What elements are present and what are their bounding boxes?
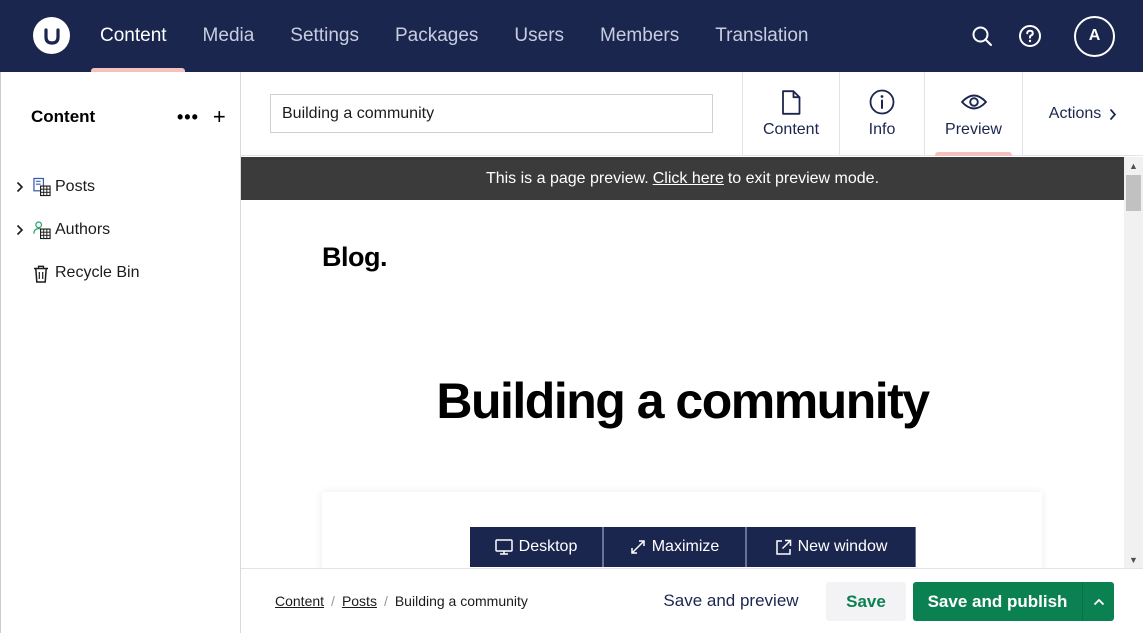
editor-header: Content Info Preview Actions [241,72,1143,156]
nav-users[interactable]: Users [496,0,582,72]
nav-members[interactable]: Members [582,0,697,72]
post-title: Building a community [436,373,930,429]
nav-translation[interactable]: Translation [697,0,826,72]
external-link-icon [775,539,792,556]
nav-settings[interactable]: Settings [272,0,377,72]
tab-label: Preview [945,121,1002,138]
help-icon[interactable] [1018,24,1042,48]
umbraco-logo-icon [43,27,60,45]
exit-preview-link[interactable]: Click here [653,170,724,188]
chevron-right-icon[interactable] [13,224,27,236]
scroll-up-arrow-icon[interactable]: ▲ [1124,157,1143,174]
editor-footer: Content / Posts / Building a community S… [241,568,1143,633]
nav-content[interactable]: Content [82,0,185,72]
header-tools: A [970,0,1115,72]
tab-label: Content [762,121,820,138]
section-nav: Content Media Settings Packages Users Me… [82,0,827,72]
device-label: New window [797,538,888,555]
breadcrumb-current: Building a community [394,593,528,609]
banner-text: This is a page preview. [485,169,649,187]
monitor-icon [494,539,513,555]
maximize-button[interactable]: Maximize [604,527,747,567]
expand-icon [630,539,646,555]
breadcrumb-posts[interactable]: Posts [342,593,377,609]
breadcrumb: Content / Posts / Building a community [275,593,528,609]
save-and-preview-button[interactable]: Save and preview [656,581,806,621]
info-icon [869,89,895,115]
publish-options-button[interactable] [1082,582,1114,621]
tree-item-label: Posts [55,178,96,195]
content-tree-sidebar: Content ••• + Posts Authors Recycle Bin [0,72,241,633]
tab-label: Info [868,121,896,138]
device-label: Maximize [651,538,720,555]
tree-item-label: Authors [55,221,111,238]
tree-item-label: Recycle Bin [55,264,140,281]
scroll-thumb[interactable] [1126,175,1141,211]
eye-icon [960,89,988,115]
actions-menu[interactable]: Actions [1022,72,1143,156]
tree-item-recycle-bin[interactable]: Recycle Bin [13,258,139,288]
tab-content[interactable]: Content [742,72,839,156]
tab-preview[interactable]: Preview [924,72,1022,156]
top-navigation-bar: Content Media Settings Packages Users Me… [0,0,1143,72]
actions-label: Actions [1048,105,1102,122]
tab-info[interactable]: Info [839,72,924,156]
new-window-button[interactable]: New window [747,527,916,567]
document-name-input[interactable] [270,94,713,133]
device-label: Desktop [518,538,578,555]
sidebar-actions: ••• + [177,106,226,128]
device-toolbar: Desktop Maximize New window [470,527,916,567]
document-grid-icon [33,177,51,197]
breadcrumb-separator: / [331,593,335,609]
tree-item-authors[interactable]: Authors [13,215,110,245]
add-icon[interactable]: + [213,106,226,128]
desktop-button[interactable]: Desktop [470,527,604,567]
preview-scrollbar[interactable]: ▲ ▼ [1124,157,1143,568]
umbraco-logo[interactable] [33,17,70,54]
nav-packages[interactable]: Packages [377,0,496,72]
chevron-up-icon [1093,598,1104,605]
breadcrumb-separator: / [383,593,388,609]
trash-icon [33,263,51,283]
preview-iframe: Blog. Building a community Desktop Maxim… [241,200,1124,568]
site-title[interactable]: Blog. [322,242,388,273]
user-grid-icon [33,220,51,240]
document-icon [781,89,801,115]
chevron-right-icon[interactable] [13,181,27,193]
save-and-publish-button[interactable]: Save and publish [913,582,1082,621]
tree-item-posts[interactable]: Posts [13,172,95,202]
banner-text-suffix: to exit preview mode. [727,169,880,187]
preview-mode-banner: This is a page preview. Click here to ex… [241,157,1124,200]
sidebar-title: Content [31,107,96,126]
save-button[interactable]: Save [826,582,906,621]
scroll-down-arrow-icon[interactable]: ▼ [1124,551,1143,568]
user-avatar[interactable]: A [1074,15,1115,57]
search-icon[interactable] [970,24,994,48]
nav-media[interactable]: Media [185,0,273,72]
breadcrumb-content[interactable]: Content [275,593,324,609]
chevron-right-icon [1109,108,1117,121]
more-options-icon[interactable]: ••• [177,108,199,126]
preview-content-card: Desktop Maximize New window [322,492,1042,568]
